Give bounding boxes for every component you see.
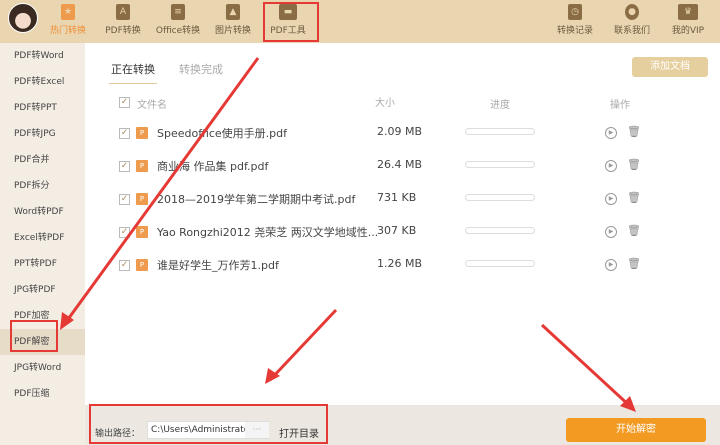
sidebar-item[interactable]: JPG转PDF — [0, 277, 85, 303]
file-checkbox[interactable]: ✓ — [119, 260, 130, 271]
start-decrypt-button[interactable]: 开始解密 — [566, 418, 706, 442]
sidebar-item[interactable]: PDF转Word — [0, 43, 85, 69]
pdf-icon: A — [116, 4, 130, 20]
progress-bar — [465, 260, 535, 267]
sidebar-item[interactable]: PPT转PDF — [0, 251, 85, 277]
sidebar-item[interactable]: PDF压缩 — [0, 381, 85, 407]
nav-history[interactable]: ◷ 转换记录 — [545, 4, 605, 36]
pdf-file-icon: P — [136, 160, 148, 172]
file-size: 26.4 MB — [377, 158, 423, 171]
nav-vip[interactable]: ♛ 我的VIP — [658, 4, 718, 36]
file-checkbox[interactable]: ✓ — [119, 161, 130, 172]
nav-pdf-tools[interactable]: ▬ PDF工具 — [258, 4, 318, 36]
sidebar-item[interactable]: PDF转Excel — [0, 69, 85, 95]
trash-icon[interactable]: 🗑 — [627, 191, 641, 204]
headset-icon: ● — [625, 4, 639, 20]
sidebar-item[interactable]: Word转PDF — [0, 199, 85, 225]
file-row: ✓ P 商业海 作品集 pdf.pdf 26.4 MB ▶ 🗑 — [85, 158, 720, 178]
file-name: 2018—2019学年第二学期期中考试.pdf — [157, 193, 356, 206]
nav-image-convert[interactable]: ▲ 图片转换 — [203, 4, 263, 36]
play-icon[interactable]: ▶ — [605, 127, 617, 139]
select-all-checkbox[interactable]: ✓ — [119, 97, 130, 108]
column-size: 大小 — [375, 98, 395, 109]
sidebar-item[interactable]: PDF拆分 — [0, 173, 85, 199]
sidebar-item[interactable]: PDF转PPT — [0, 95, 85, 121]
file-name: 商业海 作品集 pdf.pdf — [157, 160, 269, 173]
file-name: Speedoffice使用手册.pdf — [157, 127, 287, 140]
sidebar-item[interactable]: PDF转JPG — [0, 121, 85, 147]
output-path-label: 输出路径： — [95, 429, 141, 439]
progress-bar — [465, 128, 535, 135]
bottom-bar: 输出路径： C:\Users\Administrator\ ··· 打开目录 开… — [85, 405, 720, 445]
file-row: ✓ P 谁是好学生_万作芳1.pdf 1.26 MB ▶ 🗑 — [85, 257, 720, 277]
toolbox-icon: ▬ — [279, 4, 297, 20]
nav-contact[interactable]: ● 联系我们 — [602, 4, 662, 36]
pdf-file-icon: P — [136, 226, 148, 238]
file-name: 谁是好学生_万作芳1.pdf — [157, 259, 279, 272]
avatar[interactable] — [8, 3, 38, 33]
file-checkbox[interactable]: ✓ — [119, 194, 130, 205]
file-size: 731 KB — [377, 191, 417, 204]
tab-converting[interactable]: 正在转换 — [109, 61, 157, 84]
file-size: 1.26 MB — [377, 257, 423, 270]
file-size: 307 KB — [377, 224, 417, 237]
trash-icon[interactable]: 🗑 — [627, 158, 641, 171]
clock-icon: ◷ — [568, 4, 582, 20]
trash-icon[interactable]: 🗑 — [627, 257, 641, 270]
browse-button[interactable]: ··· — [245, 422, 269, 438]
play-icon[interactable]: ▶ — [605, 226, 617, 238]
sidebar-item[interactable]: PDF加密 — [0, 303, 85, 329]
star-icon: ★ — [61, 4, 75, 20]
image-icon: ▲ — [226, 4, 240, 20]
nav-hot[interactable]: ★ 热门转换 — [38, 4, 98, 36]
progress-bar — [465, 161, 535, 168]
progress-bar — [465, 194, 535, 201]
crown-icon: ♛ — [678, 4, 698, 20]
play-icon[interactable]: ▶ — [605, 160, 617, 172]
nav-office-convert[interactable]: ≡ Office转换 — [148, 4, 208, 36]
trash-icon[interactable]: 🗑 — [627, 125, 641, 138]
document-icon: ≡ — [171, 4, 185, 20]
trash-icon[interactable]: 🗑 — [627, 224, 641, 237]
sidebar: PDF转Word PDF转Excel PDF转PPT PDF转JPG PDF合并 PDF拆… — [0, 43, 85, 445]
sidebar-item[interactable]: Excel转PDF — [0, 225, 85, 251]
pdf-file-icon: P — [136, 193, 148, 205]
pdf-file-icon: P — [136, 127, 148, 139]
file-checkbox[interactable]: ✓ — [119, 227, 130, 238]
progress-bar — [465, 227, 535, 234]
sidebar-item[interactable]: PDF合并 — [0, 147, 85, 173]
add-document-button[interactable]: 添加文档 — [632, 57, 708, 77]
file-row: ✓ P Speedoffice使用手册.pdf 2.09 MB ▶ 🗑 — [85, 125, 720, 145]
play-icon[interactable]: ▶ — [605, 193, 617, 205]
pdf-file-icon: P — [136, 259, 148, 271]
main-panel: 正在转换 转换完成 添加文档 ✓ 文件名 大小 进度 操作 ✓ P Speedoff… — [85, 43, 720, 405]
open-folder-link[interactable]: 打开目录 — [279, 425, 319, 440]
file-size: 2.09 MB — [377, 125, 423, 138]
sidebar-item[interactable]: PDF解密 — [0, 329, 85, 355]
file-name: Yao Rongzhi2012 尧荣芝 两汉文学地域性... — [157, 226, 379, 239]
play-icon[interactable]: ▶ — [605, 259, 617, 271]
top-bar: ★ 热门转换 A PDF转换 ≡ Office转换 ▲ 图片转换 ▬ PDF工具 ◷ 转换记… — [0, 0, 720, 43]
nav-pdf-convert[interactable]: A PDF转换 — [93, 4, 153, 36]
column-progress: 进度 — [490, 100, 510, 111]
column-name: 文件名 — [137, 100, 167, 111]
tab-completed[interactable]: 转换完成 — [179, 61, 223, 77]
file-row: ✓ P 2018—2019学年第二学期期中考试.pdf 731 KB ▶ 🗑 — [85, 191, 720, 211]
file-checkbox[interactable]: ✓ — [119, 128, 130, 139]
file-row: ✓ P Yao Rongzhi2012 尧荣芝 两汉文学地域性... 307 KB ▶ 🗑 — [85, 224, 720, 244]
column-action: 操作 — [610, 100, 630, 111]
sidebar-item[interactable]: JPG转Word — [0, 355, 85, 381]
